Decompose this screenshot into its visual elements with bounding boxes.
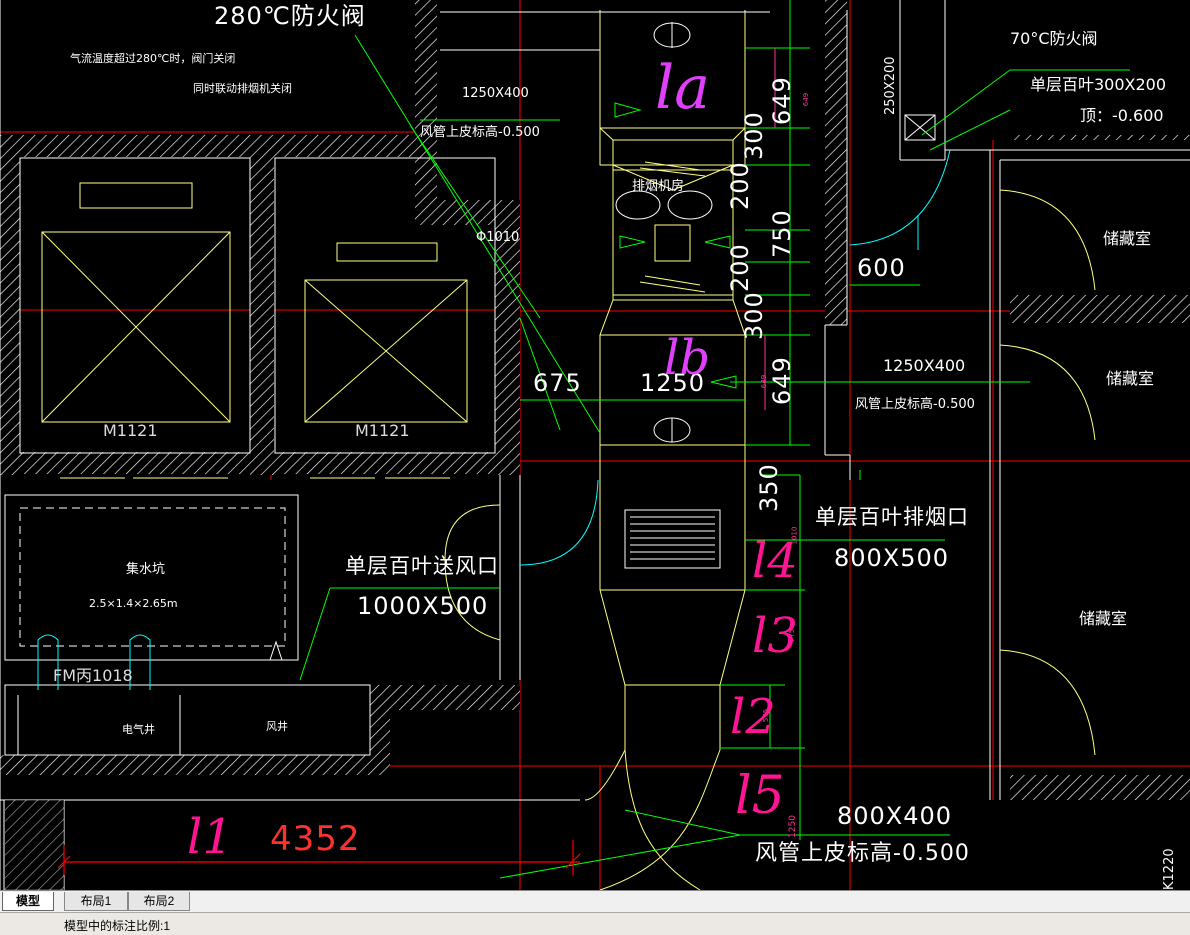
dim-675: 675 <box>533 369 582 397</box>
phi-1010-label: Φ1010 <box>476 230 520 245</box>
hand-label-l4: l4 <box>752 533 798 589</box>
duct-size-bottom: 800X400 <box>837 802 953 830</box>
supply-louver-label: 单层百叶送风口 <box>345 554 499 578</box>
hand-label-l3: l3 <box>752 608 798 664</box>
louver-top-elevation: 顶：-0.600 <box>1080 106 1164 125</box>
hand-label-l2: l2 <box>730 689 776 745</box>
louver-grille <box>624 509 721 569</box>
hand-label-l5: l5 <box>735 766 785 826</box>
fan-blades <box>615 190 713 220</box>
storage-room-1: 储藏室 <box>1103 229 1152 248</box>
elevator-door-left: M1121 <box>103 421 158 440</box>
louver-300x200-label: 单层百叶300X200 <box>1030 75 1167 94</box>
dim-300-b: 300 <box>740 291 768 340</box>
duct-size-right: 1250X400 <box>883 356 966 375</box>
note-line-1: 气流温度超过280℃时，阀门关闭 <box>70 52 236 65</box>
elevator-door-right: M1121 <box>355 421 410 440</box>
supply-louver-size: 1000X500 <box>357 592 489 620</box>
note-line-2: 同时联动排烟机关闭 <box>193 82 292 95</box>
dim-750: 750 <box>768 209 796 258</box>
small-dim-649a: 649 <box>802 92 811 107</box>
ducts <box>584 12 746 890</box>
dim-300-a: 300 <box>740 111 768 160</box>
small-dim-649b: 649 <box>760 374 769 389</box>
duct-elevation-right: 风管上皮标高-0.500 <box>855 397 975 412</box>
cad-drawing <box>0 0 1190 890</box>
status-bar: 模型中的标注比例:1 <box>0 912 1190 935</box>
air-shaft-label: 风井 <box>266 720 288 733</box>
fire-damper-280-label: 280℃防火阀 <box>214 2 366 30</box>
up-arrow <box>269 640 283 661</box>
fire-damper-70-label: 70°C防火阀 <box>1010 29 1098 48</box>
electrical-shaft-label: 电气井 <box>122 723 155 736</box>
sump-size: 2.5×1.4×2.65m <box>89 597 178 610</box>
smoke-louver-size: 800X500 <box>834 544 950 572</box>
tab-layout-2[interactable]: 布局2 <box>128 892 190 911</box>
tab-layout-1[interactable]: 布局1 <box>64 892 128 911</box>
dim-649-bottom: 649 <box>768 356 796 405</box>
hand-label-l1: l1 <box>187 809 233 865</box>
dim-649-top: 649 <box>768 76 796 125</box>
fan-room-label: 排烟机房 <box>632 179 685 194</box>
storage-room-2: 储藏室 <box>1106 369 1155 388</box>
smoke-louver-label: 单层百叶排烟口 <box>815 505 969 529</box>
tab-model[interactable]: 模型 <box>2 892 54 911</box>
layout-tab-bar: 模型 布局1 布局2 <box>0 890 1190 913</box>
storage-room-3: 储藏室 <box>1079 609 1128 628</box>
dim-600: 600 <box>857 254 906 282</box>
tag-k1220: K1220 <box>1162 848 1177 890</box>
hand-label-la: la <box>655 53 710 123</box>
sump-outline <box>19 507 286 647</box>
dim-350: 350 <box>755 463 783 512</box>
vertical-duct-size: 250X200 <box>883 56 898 115</box>
drawing-canvas[interactable]: 280℃防火阀 气流温度超过280℃时，阀门关闭 同时联动排烟机关闭 1250X… <box>0 0 1190 890</box>
dim-200-a: 200 <box>726 161 754 210</box>
small-dim-1250: 1250 <box>787 815 798 838</box>
annotation-scale-status: 模型中的标注比例:1 <box>64 919 171 933</box>
hand-label-lb: lb <box>664 330 711 386</box>
door-fm-label: FM丙1018 <box>53 666 133 685</box>
sump-label: 集水坑 <box>126 562 166 577</box>
duct-size-top: 1250X400 <box>462 86 529 101</box>
duct-elevation-top: 风管上皮标高-0.500 <box>420 125 540 140</box>
duct-elevation-bottom: 风管上皮标高-0.500 <box>755 841 970 866</box>
dim-4352: 4352 <box>270 819 361 859</box>
dim-200-b: 200 <box>726 243 754 292</box>
